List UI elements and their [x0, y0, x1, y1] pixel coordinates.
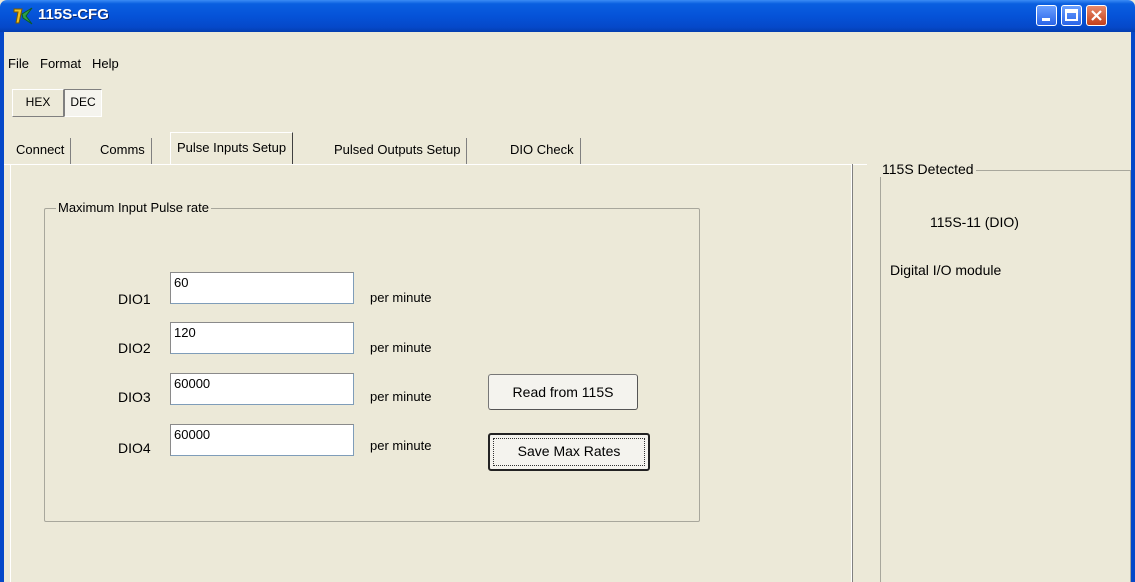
dio3-unit: per minute — [370, 389, 432, 404]
menu-help[interactable]: Help — [92, 56, 119, 71]
window-title: 115S-CFG — [38, 6, 109, 23]
close-icon — [1091, 10, 1102, 21]
tab-panel-border — [4, 164, 867, 165]
tab-comms[interactable]: Comms — [94, 138, 152, 164]
dio1-rate-input[interactable]: 60 — [170, 272, 354, 304]
dec-toggle-button[interactable]: DEC — [64, 89, 102, 117]
tab-pulse-inputs-setup[interactable]: Pulse Inputs Setup — [170, 132, 294, 164]
tab-panel-right-edge — [851, 164, 853, 582]
dio3-rate-input[interactable]: 60000 — [170, 373, 354, 405]
maximize-button[interactable] — [1061, 5, 1082, 26]
tab-panel-left-edge — [10, 164, 11, 582]
dio2-label: DIO2 — [118, 340, 151, 356]
tab-pulsed-outputs-setup[interactable]: Pulsed Outputs Setup — [328, 138, 468, 164]
title-bar[interactable]: 115S-CFG — [0, 0, 1135, 32]
dio2-unit: per minute — [370, 340, 432, 355]
max-input-pulse-rate-group — [44, 208, 700, 522]
app-logo-icon — [13, 7, 33, 25]
read-from-115s-button[interactable]: Read from 115S — [488, 374, 638, 410]
dio4-unit: per minute — [370, 438, 432, 453]
window-frame-left — [0, 32, 4, 582]
menu-format[interactable]: Format — [40, 56, 81, 71]
dio4-rate-input[interactable]: 60000 — [170, 424, 354, 456]
group-caption: Maximum Input Pulse rate — [56, 200, 212, 215]
window-frame-right — [1131, 32, 1135, 582]
minimize-icon — [1042, 18, 1050, 21]
save-max-rates-button[interactable]: Save Max Rates — [488, 433, 650, 471]
hex-toggle-button[interactable]: HEX — [12, 89, 64, 117]
maximize-icon — [1065, 9, 1078, 21]
focus-rectangle — [493, 438, 645, 466]
detected-caption: 115S Detected — [880, 161, 976, 177]
tab-connect[interactable]: Connect — [10, 138, 72, 164]
close-button[interactable] — [1086, 5, 1107, 26]
tab-dio-check[interactable]: DIO Check — [504, 138, 581, 164]
detected-device-group — [880, 170, 1131, 582]
minimize-button[interactable] — [1036, 5, 1057, 26]
dio1-label: DIO1 — [118, 291, 151, 307]
dio3-label: DIO3 — [118, 389, 151, 405]
detected-description: Digital I/O module — [890, 262, 1002, 278]
detected-model: 115S-11 (DIO) — [930, 214, 1019, 230]
menu-file[interactable]: File — [8, 56, 29, 71]
dio1-unit: per minute — [370, 290, 432, 305]
dio4-label: DIO4 — [118, 440, 151, 456]
dio2-rate-input[interactable]: 120 — [170, 322, 354, 354]
